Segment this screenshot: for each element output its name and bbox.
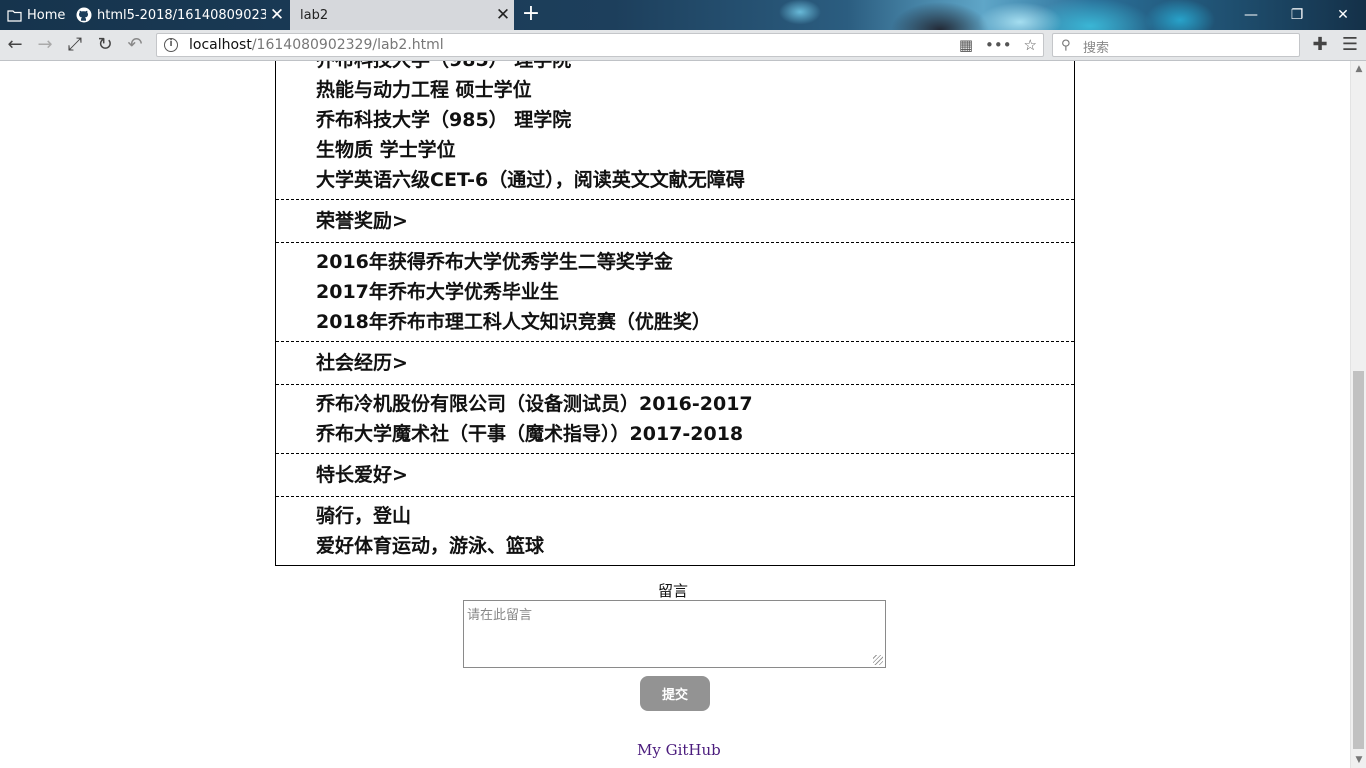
url-text[interactable]: localhost/1614080902329/lab2.html	[189, 37, 444, 53]
fullscreen-icon[interactable]: ⤢	[63, 34, 87, 56]
resume-line: 大学英语六级CET-6（通过），阅读英文文献无障碍	[316, 169, 745, 191]
page-viewport: 乔布科技大学（985） 理学院 热能与动力工程 硕士学位 乔布科技大学（985）…	[0, 61, 1350, 768]
github-link[interactable]: My GitHub	[637, 741, 721, 759]
resume-line: 乔布科技大学（985） 理学院	[316, 109, 572, 131]
scroll-up-icon[interactable]: ▲	[1351, 61, 1366, 77]
message-label: 留言	[658, 582, 689, 600]
tab-bar: Home html5-2018/1614080902329 ✕ lab2 ✕ +…	[0, 0, 1366, 30]
section-title: 社会经历>	[316, 352, 408, 374]
reload-icon[interactable]: ↻	[93, 34, 117, 56]
restore-button[interactable]: ❐	[1274, 0, 1320, 30]
new-tab-button[interactable]: +	[518, 0, 544, 30]
experience-section: 乔布冷机股份有限公司（设备测试员）2016-2017 乔布大学魔术社（干事（魔术…	[276, 385, 1074, 454]
tab-home[interactable]: Home	[0, 0, 66, 30]
close-tab-icon[interactable]: ✕	[266, 0, 288, 30]
message-textarea[interactable]	[463, 600, 886, 668]
resume-line: 热能与动力工程 硕士学位	[316, 79, 532, 101]
minimize-button[interactable]: —	[1228, 0, 1274, 30]
undo-close-icon[interactable]: ↶	[123, 34, 147, 56]
tab-lab2[interactable]: lab2 ✕	[290, 0, 514, 30]
navigation-bar: ← → ⤢ ↻ ↶ i localhost/1614080902329/lab2…	[0, 30, 1366, 61]
back-arrow-icon[interactable]: ←	[3, 34, 27, 56]
close-tab-icon[interactable]: ✕	[492, 0, 514, 30]
experience-heading: 社会经历>	[276, 342, 1074, 385]
resume-line: 2016年获得乔布大学优秀学生二等奖学金	[316, 251, 673, 273]
site-info-icon[interactable]: i	[164, 38, 178, 52]
scroll-thumb[interactable]	[1353, 371, 1364, 749]
address-bar[interactable]: i localhost/1614080902329/lab2.html ▦ ••…	[156, 33, 1044, 57]
resume-line: 爱好体育运动，游泳、篮球	[316, 535, 545, 557]
bookmark-star-icon[interactable]: ☆	[1024, 35, 1037, 55]
resume-line: 生物质 学士学位	[316, 139, 456, 161]
resize-grip-icon[interactable]	[873, 655, 883, 665]
github-icon	[76, 7, 92, 23]
resume-line: 2017年乔布大学优秀毕业生	[316, 281, 559, 303]
resume-line: 2018年乔布市理工科人文知识竞赛（优胜奖）	[316, 311, 711, 333]
submit-button[interactable]: 提交	[640, 676, 710, 711]
scroll-down-icon[interactable]: ▼	[1351, 752, 1366, 768]
folder-icon	[6, 7, 22, 23]
tab-label: Home	[27, 7, 66, 23]
close-window-button[interactable]: ✕	[1320, 0, 1366, 30]
more-actions-icon[interactable]: •••	[985, 35, 1012, 55]
honors-section: 2016年获得乔布大学优秀学生二等奖学金 2017年乔布大学优秀毕业生 2018…	[276, 243, 1074, 342]
education-section: 乔布科技大学（985） 理学院 热能与动力工程 硕士学位 乔布科技大学（985）…	[276, 61, 1074, 200]
honors-heading: 荣誉奖励>	[276, 200, 1074, 243]
vertical-scrollbar[interactable]: ▲ ▼	[1350, 61, 1366, 768]
theme-artwork	[760, 0, 1220, 30]
hobbies-section: 骑行，登山 爱好体育运动，游泳、篮球	[276, 497, 1074, 565]
resume-line: 乔布大学魔术社（干事（魔术指导））2017-2018	[316, 423, 744, 445]
section-title: 荣誉奖励>	[316, 210, 408, 232]
menu-icon[interactable]: ☰	[1338, 34, 1362, 56]
section-title: 特长爱好>	[316, 464, 408, 486]
extensions-icon[interactable]: ✚	[1308, 34, 1332, 56]
hobbies-heading: 特长爱好>	[276, 454, 1074, 497]
resume-line: 乔布科技大学（985） 理学院	[316, 61, 1074, 75]
search-input[interactable]: ⚲ 搜索	[1052, 33, 1300, 57]
resume-line: 乔布冷机股份有限公司（设备测试员）2016-2017	[316, 393, 753, 415]
tab-github[interactable]: html5-2018/1614080902329 ✕	[70, 0, 288, 30]
tab-label: html5-2018/1614080902329	[97, 7, 266, 23]
forward-arrow-icon[interactable]: →	[33, 34, 57, 56]
resume-box: 乔布科技大学（985） 理学院 热能与动力工程 硕士学位 乔布科技大学（985）…	[275, 61, 1075, 566]
qr-code-icon[interactable]: ▦	[959, 35, 973, 55]
search-placeholder: 搜索	[1083, 41, 1110, 56]
search-icon: ⚲	[1061, 38, 1071, 53]
resume-line: 骑行，登山	[316, 505, 412, 527]
tab-label: lab2	[300, 7, 329, 23]
